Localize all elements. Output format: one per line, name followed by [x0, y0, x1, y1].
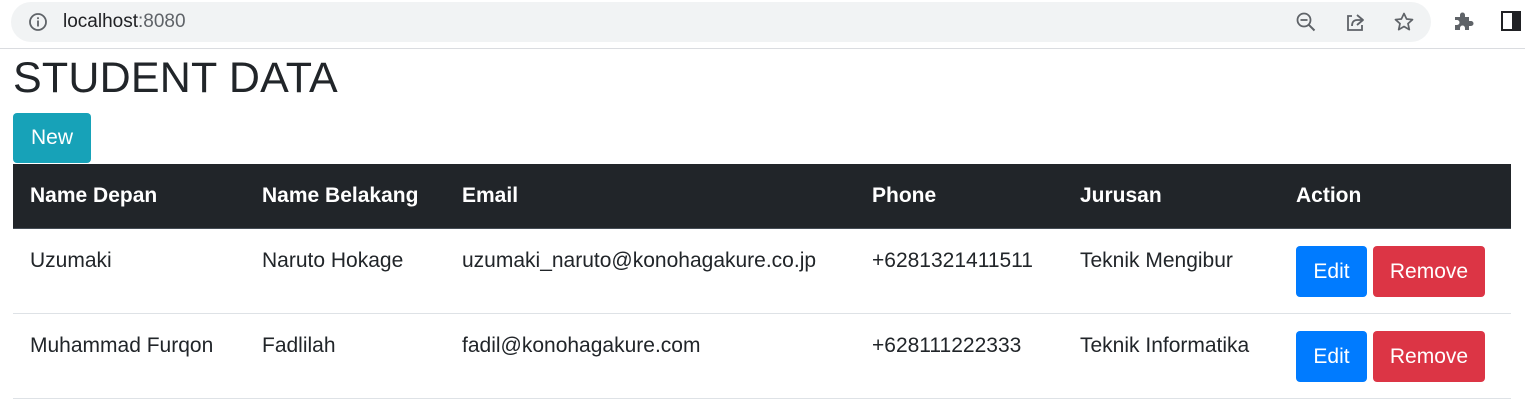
remove-button[interactable]: Remove: [1373, 246, 1485, 297]
extensions-puzzle-icon[interactable]: [1452, 10, 1474, 32]
address-bar[interactable]: localhost:8080: [11, 2, 1431, 42]
student-table: Name Depan Name Belakang Email Phone Jur…: [13, 164, 1511, 399]
header-email: Email: [462, 184, 519, 207]
cell-first-name: Muhammad Furqon: [30, 334, 214, 357]
zoom-out-icon[interactable]: [1295, 11, 1317, 33]
bookmark-star-icon[interactable]: [1393, 11, 1415, 33]
info-icon[interactable]: [28, 12, 48, 32]
share-icon[interactable]: [1344, 11, 1366, 33]
cell-email: uzumaki_naruto@konohagakure.co.jp: [462, 249, 817, 272]
header-first-name: Name Depan: [30, 184, 158, 207]
header-last-name: Name Belakang: [262, 184, 419, 207]
cell-email: fadil@konohagakure.com: [462, 334, 701, 357]
new-student-button[interactable]: New: [13, 113, 91, 163]
url-host: localhost: [63, 11, 138, 32]
header-major: Jurusan: [1080, 184, 1162, 207]
remove-button[interactable]: Remove: [1373, 331, 1485, 382]
cell-major: Teknik Informatika: [1080, 334, 1250, 357]
side-panel-icon[interactable]: [1500, 10, 1522, 32]
cell-first-name: Uzumaki: [30, 249, 112, 272]
page-title: STUDENT DATA: [13, 54, 338, 102]
cell-last-name: Naruto Hokage: [262, 249, 404, 272]
cell-last-name: Fadlilah: [262, 334, 336, 357]
cell-phone: +6281321411511: [872, 249, 1033, 272]
edit-button[interactable]: Edit: [1296, 246, 1367, 297]
cell-major: Teknik Mengibur: [1080, 249, 1233, 272]
table-row: Muhammad Furqon Fadlilah fadil@konohagak…: [13, 314, 1511, 399]
edit-button[interactable]: Edit: [1296, 331, 1367, 382]
table-row: Uzumaki Naruto Hokage uzumaki_naruto@kon…: [13, 229, 1511, 314]
url-port: :8080: [138, 11, 186, 32]
header-action: Action: [1296, 184, 1362, 207]
header-phone: Phone: [872, 184, 937, 207]
url-text[interactable]: localhost:8080: [63, 11, 186, 33]
cell-phone: +628111222333: [872, 334, 1022, 357]
table-header-row: Name Depan Name Belakang Email Phone Jur…: [13, 164, 1511, 229]
browser-toolbar: localhost:8080: [0, 0, 1525, 49]
